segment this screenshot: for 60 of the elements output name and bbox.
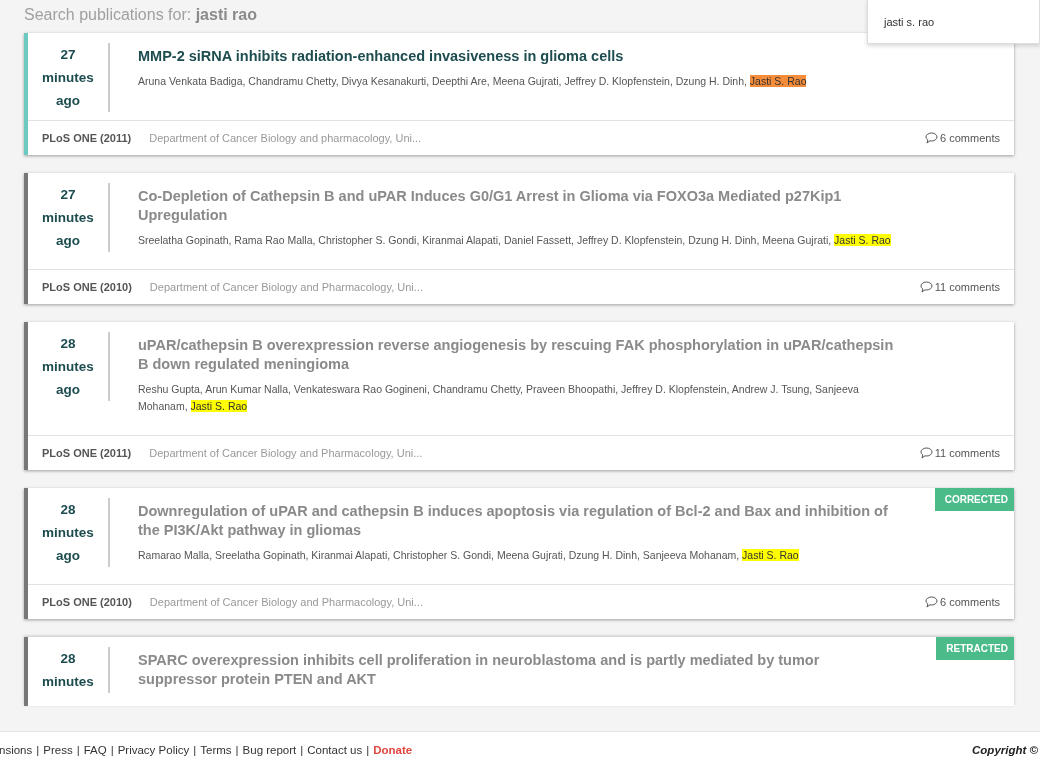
publication-card[interactable] — [24, 33, 1014, 155]
comments-link[interactable]: 6 comments — [925, 596, 1000, 608]
time-unit: minutes — [42, 673, 94, 691]
publication-card[interactable] — [24, 173, 1014, 304]
time-unit: minutes — [42, 524, 94, 542]
journal-label: PLoS ONE (2010) — [42, 596, 132, 608]
speech-bubble-icon — [925, 596, 939, 608]
time-number: 28 — [60, 650, 76, 668]
link-separator: | — [300, 744, 304, 756]
time-unit: minutes — [42, 69, 94, 87]
search-heading: Search publications for: jasti rao — [24, 6, 257, 23]
time-unit: minutes — [42, 358, 94, 376]
speech-bubble-icon — [919, 447, 933, 459]
department-label: Department of Cancer Biology and pharmacology, Uni... — [149, 132, 423, 144]
footer-link[interactable]: Press — [43, 744, 73, 756]
copyright-text: Copyright © — [972, 744, 1038, 756]
suggestion-item[interactable]: jasti s. rao — [884, 16, 935, 28]
link-separator: | — [193, 744, 197, 756]
footer-link[interactable]: Terms — [200, 744, 232, 756]
link-separator: | — [36, 744, 40, 756]
author-list: Ramarao Malla, Sreelatha Gopinath, Kiranmai Alapati, Christopher S. Gondi, Meena Gujrati, Dzung H. Dinh, Sanjeeva Mohanam, Jasti S. Rao — [138, 547, 894, 576]
speech-bubble-icon — [919, 281, 933, 293]
publication-card[interactable]: RETRACTED 28 minutes SPARC overexpression inhibits cell proliferation in neuroblastoma and is partly mediated by tumor suppressor protein PTEN and AKT — [24, 637, 1014, 706]
footer-link[interactable]: Privacy Policy — [117, 744, 190, 756]
department-label: Department of Cancer Biology and Pharmacology, Uni... — [149, 281, 424, 293]
comments-link[interactable]: 11 comments — [919, 447, 1000, 459]
link-separator: | — [366, 744, 370, 756]
publication-card[interactable] — [24, 322, 1014, 470]
journal-label: PLoS ONE (2011) — [42, 132, 132, 144]
time-suffix: ago — [56, 381, 80, 399]
author-list: Sreelatha Gopinath, Rama Rao Malla, Christopher S. Gondi, Kiranmai Alapati, Daniel Fassett, Jeffrey D. Klopfenstein, Dzung H. Dinh, Meena Gujrati, Jasti S. Rao — [138, 232, 894, 261]
time-number: 28 — [60, 501, 76, 519]
status-badge: CORRECTED — [934, 488, 1014, 511]
comments-link[interactable]: 6 comments — [925, 132, 1000, 144]
status-badge: RETRACTED — [936, 637, 1014, 660]
comments-link[interactable]: 11 comments — [919, 281, 1000, 293]
footer-link[interactable]: Donate — [373, 744, 413, 756]
department-label: Department of Cancer Biology and Pharmacology, Uni... — [149, 596, 424, 608]
footer-link[interactable]: nsions — [0, 744, 33, 756]
time-suffix: ago — [56, 547, 80, 565]
speech-bubble-icon — [925, 132, 939, 144]
publication-title[interactable]: MMP-2 siRNA inhibits radiation-enhanced invasiveness in glioma cells — [138, 47, 807, 66]
time-number: 28 — [60, 335, 76, 353]
link-separator: | — [76, 744, 80, 756]
time-number: 27 — [60, 186, 76, 204]
footer-link[interactable]: Contact us — [307, 744, 363, 756]
journal-label: PLoS ONE (2010) — [42, 281, 132, 293]
journal-label: PLoS ONE (2011) — [42, 447, 132, 459]
time-unit: minutes — [42, 209, 94, 227]
footer-link[interactable]: Bug report — [242, 744, 297, 756]
footer-link[interactable]: FAQ — [83, 744, 107, 756]
author-list: Aruna Venkata Badiga, Chandramu Chetty, Divya Kesanakurti, Deepthi Are, Meena Gujrati, Jeffrey D. Klopfenstein, Dzung H. Dinh, Jasti S. Rao — [138, 73, 807, 102]
time-suffix: ago — [56, 92, 80, 110]
link-separator: | — [110, 744, 114, 756]
department-label: Department of Cancer Biology and Pharmacology, Uni... — [149, 447, 424, 459]
publication-card[interactable] — [24, 488, 1014, 619]
time-suffix: ago — [56, 232, 80, 250]
time-number: 27 — [60, 46, 76, 64]
author-list: Reshu Gupta, Arun Kumar Nalla, Venkateswara Rao Gogineni, Chandramu Chetty, Praveen Bhoopathi, Jeffrey D. Klopfenstein, Andrew J. Tsung, Sanjeeva Mohanam, Jasti S. Rao — [138, 381, 894, 427]
link-separator: | — [235, 744, 239, 756]
